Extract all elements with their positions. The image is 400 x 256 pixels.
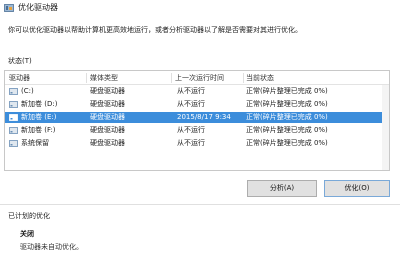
drive-row[interactable]: (C:) 硬盘驱动器 从不运行 正常(碎片整理已完成 0%) [5,86,389,97]
title-bar: 优化驱动器 [0,0,400,16]
scheduled-optimization-label: 已计划的优化 [8,212,50,220]
defrag-icon [4,4,14,12]
drive-icon [9,114,18,121]
drive-status: 正常(碎片整理已完成 0%) [246,87,328,95]
vertical-scrollbar[interactable] [382,85,389,170]
list-header: 驱动器 媒体类型 上一次运行时间 当前状态 [5,71,389,85]
drive-icon [9,140,18,147]
drive-list[interactable]: 驱动器 媒体类型 上一次运行时间 当前状态 (C:) 硬盘驱动器 从不运行 正常… [4,70,390,171]
media-type: 硬盘驱动器 [90,87,125,95]
schedule-status: 关闭 [20,230,34,238]
drive-icon [9,88,18,95]
section-divider [0,204,400,205]
column-header-last-run[interactable]: 上一次运行时间 [175,73,224,83]
drive-status: 正常(碎片整理已完成 0%) [246,139,328,147]
drive-status: 正常(碎片整理已完成 0%) [246,100,328,108]
drive-name: 新加卷 (D:) [21,100,58,108]
status-label: 状态(T) [8,57,32,65]
drive-row[interactable]: 新加卷 (F:) 硬盘驱动器 从不运行 正常(碎片整理已完成 0%) [5,125,389,136]
media-type: 硬盘驱动器 [90,100,125,108]
media-type: 硬盘驱动器 [90,113,125,121]
media-type: 硬盘驱动器 [90,139,125,147]
drive-status: 正常(碎片整理已完成 0%) [246,113,328,121]
drive-name: 新加卷 (F:) [21,126,56,134]
column-header-drive[interactable]: 驱动器 [9,73,30,83]
media-type: 硬盘驱动器 [90,126,125,134]
column-separator [243,73,244,83]
last-run: 从不运行 [177,87,205,95]
analyze-button[interactable]: 分析(A) [247,180,317,197]
last-run: 从不运行 [177,126,205,134]
drive-row[interactable]: 系统保留 硬盘驱动器 从不运行 正常(碎片整理已完成 0%) [5,138,389,149]
last-run: 从不运行 [177,139,205,147]
drive-row-selected[interactable]: 新加卷 (E:) 硬盘驱动器 2015/8/17 9:34 正常(碎片整理已完成… [5,112,389,123]
description-text: 你可以优化驱动器以帮助计算机更高效地运行，或者分析驱动器以了解是否需要对其进行优… [8,26,302,34]
schedule-description: 驱动器未自动优化。 [20,243,83,251]
drive-name: 系统保留 [21,139,49,147]
column-separator [86,73,87,83]
optimize-button[interactable]: 优化(O) [324,180,390,197]
drive-row[interactable]: 新加卷 (D:) 硬盘驱动器 从不运行 正常(碎片整理已完成 0%) [5,99,389,110]
column-header-status[interactable]: 当前状态 [246,73,274,83]
column-header-media-type[interactable]: 媒体类型 [90,73,118,83]
last-run: 从不运行 [177,100,205,108]
column-separator [171,73,172,83]
drive-name: 新加卷 (E:) [21,113,57,121]
drive-status: 正常(碎片整理已完成 0%) [246,126,328,134]
drive-name: (C:) [21,87,34,95]
drive-icon [9,127,18,134]
drive-icon [9,101,18,108]
window-title: 优化驱动器 [18,3,58,12]
last-run: 2015/8/17 9:34 [177,113,231,121]
